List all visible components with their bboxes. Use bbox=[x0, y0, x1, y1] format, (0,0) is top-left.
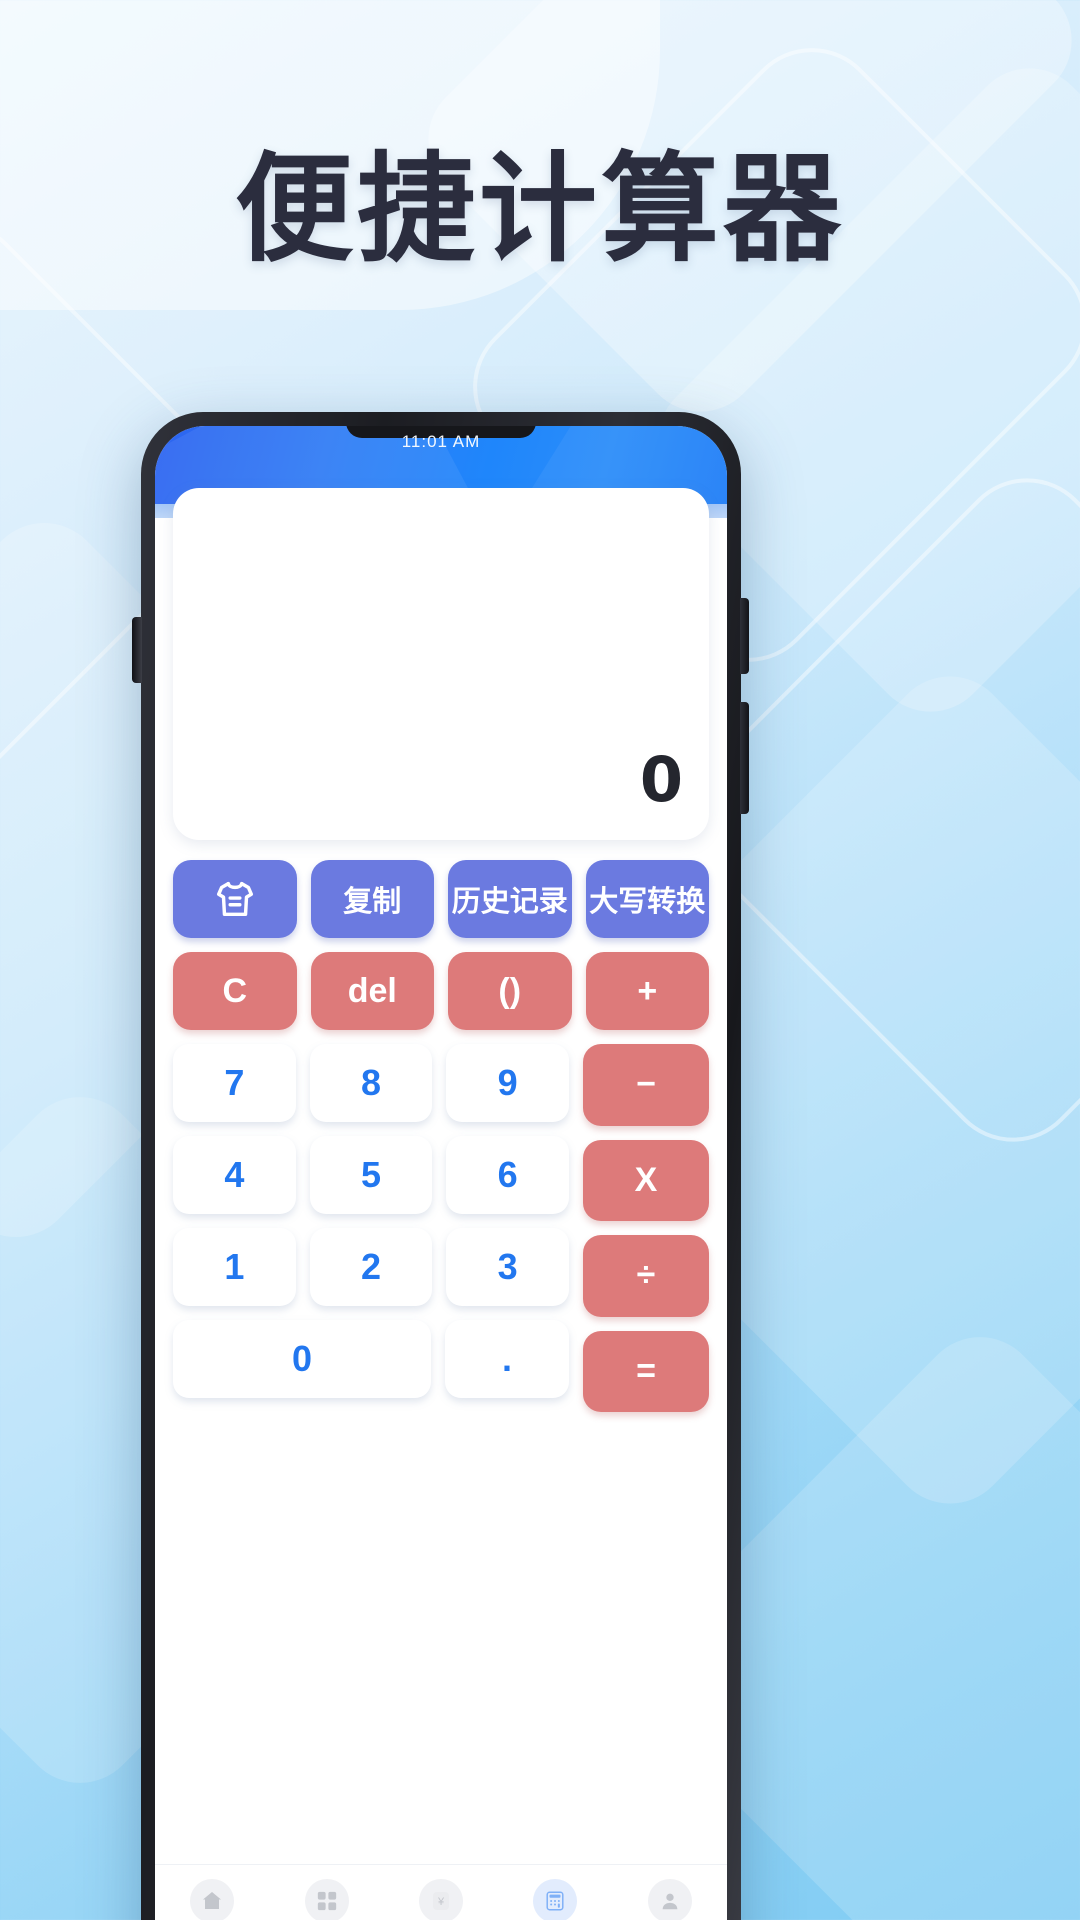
operator-row: C del () + bbox=[173, 952, 709, 1030]
numpad-row-456: 4 5 6 bbox=[173, 1136, 570, 1214]
calculator-display[interactable]: 0 bbox=[173, 488, 709, 840]
digit-key-0[interactable]: 0 bbox=[173, 1320, 431, 1398]
digit-key-7[interactable]: 7 bbox=[173, 1044, 296, 1122]
digit-key-4[interactable]: 4 bbox=[173, 1136, 296, 1214]
page-title: 便捷计算器 bbox=[234, 140, 845, 278]
calculator-icon-glyph bbox=[546, 1891, 564, 1911]
digit-key-5[interactable]: 5 bbox=[309, 1136, 433, 1214]
numpad-grid: 7 8 9 4 5 6 1 2 3 0 . bbox=[173, 1044, 570, 1412]
numpad-area: 7 8 9 4 5 6 1 2 3 0 . − X ÷ = bbox=[173, 1044, 709, 1412]
calculator-keypad: 复制 历史记录 大写转换 C del () + 7 8 9 4 5 6 1 2 … bbox=[155, 860, 727, 1864]
function-row: 复制 历史记录 大写转换 bbox=[173, 860, 709, 938]
delete-key[interactable]: del bbox=[310, 952, 434, 1030]
phone-screen: 11:01 AM 0 复制 历史记录 大写转换 C del () + 7 8 9… bbox=[155, 426, 727, 1920]
nav-item-tax[interactable]: 个税 bbox=[155, 1879, 269, 1920]
copy-button[interactable]: 复制 bbox=[310, 860, 434, 938]
numpad-row-789: 7 8 9 bbox=[173, 1044, 570, 1122]
nav-item-profile[interactable]: 我的 bbox=[613, 1879, 727, 1920]
parenthesis-key[interactable]: () bbox=[448, 952, 572, 1030]
equals-key[interactable]: = bbox=[583, 1330, 709, 1412]
display-value: 0 bbox=[639, 742, 683, 816]
calculator-icon bbox=[533, 1879, 578, 1920]
nav-item-income[interactable]: ¥ 收入计算 bbox=[384, 1879, 498, 1920]
clear-key[interactable]: C bbox=[173, 952, 297, 1030]
digit-key-9[interactable]: 9 bbox=[446, 1044, 570, 1122]
bottom-navigation: 个税 多功能 ¥ bbox=[155, 1864, 727, 1920]
home-icon-glyph bbox=[203, 1892, 222, 1909]
status-time: 11:01 AM bbox=[401, 432, 481, 451]
digit-key-8[interactable]: 8 bbox=[309, 1044, 433, 1122]
user-icon bbox=[647, 1879, 692, 1920]
digit-key-2[interactable]: 2 bbox=[309, 1228, 433, 1306]
uppercase-convert-button[interactable]: 大写转换 bbox=[585, 860, 709, 938]
nav-item-calculator[interactable]: 计算器 bbox=[498, 1879, 612, 1920]
minus-key[interactable]: − bbox=[583, 1044, 709, 1126]
user-icon-glyph bbox=[662, 1893, 678, 1910]
digit-key-3[interactable]: 3 bbox=[446, 1228, 570, 1306]
phone-volume-button bbox=[740, 598, 749, 674]
divide-key[interactable]: ÷ bbox=[583, 1235, 709, 1317]
decimal-point-key[interactable]: . bbox=[444, 1320, 569, 1398]
numpad-row-123: 1 2 3 bbox=[173, 1228, 570, 1306]
grid-icon bbox=[304, 1879, 349, 1920]
yuan-icon: ¥ bbox=[419, 1879, 464, 1920]
multiply-key[interactable]: X bbox=[583, 1139, 709, 1221]
shirt-icon bbox=[216, 881, 253, 917]
home-icon bbox=[190, 1879, 235, 1920]
svg-text:¥: ¥ bbox=[437, 1896, 445, 1908]
yuan-icon-glyph: ¥ bbox=[433, 1892, 450, 1910]
history-button[interactable]: 历史记录 bbox=[448, 860, 572, 938]
theme-button[interactable] bbox=[173, 860, 297, 938]
digit-key-6[interactable]: 6 bbox=[446, 1136, 570, 1214]
phone-power-button bbox=[740, 702, 749, 814]
nav-item-multifunction[interactable]: 多功能 bbox=[269, 1879, 383, 1920]
phone-mockup: 11:01 AM 0 复制 历史记录 大写转换 C del () + 7 8 9… bbox=[132, 412, 749, 1920]
digit-key-1[interactable]: 1 bbox=[173, 1228, 296, 1306]
numpad-row-zero: 0 . bbox=[173, 1320, 569, 1398]
plus-key[interactable]: + bbox=[585, 952, 709, 1030]
grid-icon-glyph bbox=[317, 1891, 336, 1911]
operator-column: − X ÷ = bbox=[583, 1044, 709, 1412]
